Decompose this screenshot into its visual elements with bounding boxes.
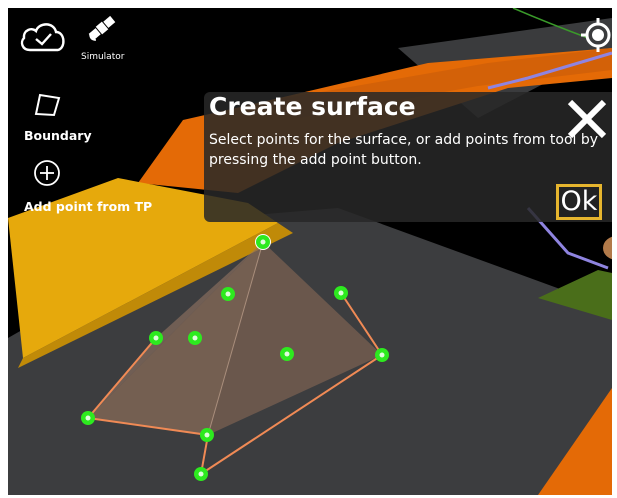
dialog-message: Select points for the surface, or add po… (209, 132, 599, 168)
polygon-icon[interactable] (32, 92, 62, 118)
cloud-check-icon[interactable] (18, 18, 68, 54)
3d-scene[interactable] (8, 8, 612, 495)
create-surface-dialog: Create surface Select points for the sur… (204, 92, 612, 222)
simulator-label: Simulator (81, 52, 125, 62)
boundary-label[interactable]: Boundary (24, 128, 92, 143)
crosshair-icon[interactable] (580, 16, 612, 52)
map-viewport[interactable]: Simulator Boundary Add point from TP Cre… (8, 8, 612, 495)
add-point-label[interactable]: Add point from TP (24, 199, 152, 214)
dialog-title: Create surface (209, 92, 416, 121)
close-button[interactable] (564, 96, 610, 142)
add-circle-icon[interactable] (32, 158, 62, 188)
ok-button[interactable]: Ok (556, 184, 602, 220)
satellite-icon[interactable] (86, 12, 118, 44)
brown-object (603, 236, 612, 260)
close-icon (567, 99, 607, 139)
